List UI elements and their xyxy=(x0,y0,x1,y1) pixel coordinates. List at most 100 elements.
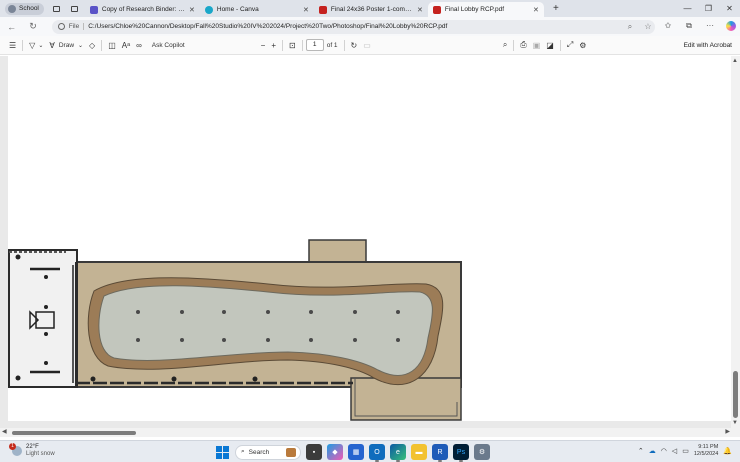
settings-icon[interactable]: ⚙ xyxy=(474,444,490,460)
zoom-out-icon[interactable]: − xyxy=(258,38,269,53)
start-icon[interactable] xyxy=(214,444,230,460)
restore-icon[interactable]: ❐ xyxy=(698,0,719,17)
weather-icon: 1 xyxy=(9,443,22,456)
tab-title: Final 24x36 Poster 1-compressed xyxy=(330,6,413,13)
save-as-icon[interactable]: ◪ xyxy=(543,38,557,53)
pdf-toolbar: ☰ ▽ ⌄ ∀ Draw ⌄ ◇ ◫ Aᵃ ∞ Ask Copilot − + ⊡… xyxy=(0,36,740,55)
two-page-icon[interactable]: ▭ xyxy=(360,38,374,53)
zoom-icon[interactable]: ⌕ xyxy=(623,22,637,32)
pdf-page xyxy=(8,56,731,421)
revit-icon[interactable]: R xyxy=(432,444,448,462)
horizontal-scrollbar[interactable]: ◀ ▶ xyxy=(0,428,740,437)
pdf-favicon-icon xyxy=(318,5,327,14)
print-icon[interactable]: ⎙ xyxy=(517,38,529,53)
browser-tab-strip: School Copy of Research Binder: Denver ✕… xyxy=(0,0,740,17)
pdf-settings-icon[interactable]: ⚙ xyxy=(576,38,589,53)
edit-with-acrobat-button[interactable]: Edit with Acrobat xyxy=(684,42,732,49)
clock[interactable]: 9:11 PM 12/5/2024 xyxy=(694,444,718,458)
profile-avatar-icon xyxy=(8,4,16,13)
contents-icon[interactable]: ☰ xyxy=(6,38,19,53)
vertical-scrollbar[interactable]: ▲ ▼ xyxy=(731,56,740,428)
refresh-icon[interactable]: ↻ xyxy=(26,21,39,32)
windows-taskbar: 1 22°F Light snow ⌕ Search ▪ ◆ ▦ O e ▬ R… xyxy=(0,440,740,462)
collections-icon[interactable]: ⧉ xyxy=(680,21,698,33)
draw-label: Draw xyxy=(58,41,75,49)
outlook-icon[interactable]: O xyxy=(369,444,385,462)
immersive-reader-icon[interactable]: ∞ xyxy=(133,38,145,53)
tab-canva[interactable]: Home - Canva ✕ xyxy=(200,2,314,17)
scroll-up-icon[interactable]: ▲ xyxy=(732,58,738,64)
task-view-icon[interactable]: ▪ xyxy=(306,444,322,460)
close-tab-icon[interactable]: ✕ xyxy=(533,6,539,14)
wifi-icon[interactable]: ◠ xyxy=(661,447,667,455)
profile-label: School xyxy=(19,5,39,12)
new-tab-icon[interactable]: + xyxy=(550,3,562,14)
copilot-icon[interactable] xyxy=(722,20,740,33)
scroll-down-icon[interactable]: ▼ xyxy=(732,420,738,426)
page-number-input[interactable]: 1 xyxy=(305,39,324,51)
taskbar-search[interactable]: ⌕ Search xyxy=(235,444,301,460)
close-tab-icon[interactable]: ✕ xyxy=(417,6,423,14)
scroll-right-icon[interactable]: ▶ xyxy=(725,428,730,435)
pdf-viewer[interactable]: ▲ ▼ xyxy=(0,56,740,428)
url-text[interactable]: C:/Users/Chloe%20Cannon/Desktop/Fall%20S… xyxy=(88,23,619,30)
fit-page-icon[interactable]: ⊡ xyxy=(286,38,299,53)
system-tray: ⌃ ☁ ◠ ◁ ▭ 9:11 PM 12/5/2024 🔔 xyxy=(638,444,732,458)
tab-poster-pdf[interactable]: Final 24x36 Poster 1-compressed ✕ xyxy=(314,2,428,17)
copilot-app-icon[interactable]: ◆ xyxy=(327,444,343,460)
workspaces-icon[interactable] xyxy=(52,4,62,14)
store-icon[interactable]: ▦ xyxy=(348,444,364,460)
file-scheme-label: File xyxy=(69,23,85,30)
canva-favicon-icon xyxy=(204,5,213,14)
close-window-icon[interactable]: ✕ xyxy=(719,0,740,17)
notification-bell-icon[interactable]: 🔔 xyxy=(723,447,732,455)
tab-lobby-rcp[interactable]: Final Lobby RCP.pdf ✕ xyxy=(427,2,544,17)
minimize-icon[interactable]: — xyxy=(677,0,698,17)
clock-time: 9:11 PM xyxy=(698,444,719,450)
weather-widget[interactable]: 1 22°F Light snow xyxy=(9,443,55,458)
photoshop-icon[interactable]: Ps xyxy=(453,444,469,462)
favorite-star-icon[interactable]: ☆ xyxy=(641,22,655,31)
profile-button[interactable]: School xyxy=(5,2,44,15)
file-explorer-icon[interactable]: ▬ xyxy=(411,444,427,460)
draw-button[interactable]: ∀ Draw ⌄ xyxy=(46,38,86,53)
rotate-icon[interactable]: ↻ xyxy=(348,38,361,53)
pen-icon: ∀ xyxy=(49,40,55,50)
volume-icon[interactable]: ◁ xyxy=(672,447,677,455)
edge-icon[interactable]: e xyxy=(390,444,406,462)
more-menu-icon[interactable]: ··· xyxy=(701,21,719,33)
page-total: of 1 xyxy=(326,41,338,49)
search-pdf-icon[interactable]: ⌕ xyxy=(500,38,510,53)
close-tab-icon[interactable]: ✕ xyxy=(189,6,195,14)
tab-research-binder[interactable]: Copy of Research Binder: Denver ✕ xyxy=(85,2,200,17)
vertical-scroll-thumb[interactable] xyxy=(733,371,738,418)
favorites-icon[interactable]: ✩ xyxy=(659,21,677,33)
research-binder-favicon-icon xyxy=(89,5,98,14)
tab-title: Home - Canva xyxy=(216,6,259,13)
clock-date: 12/5/2024 xyxy=(693,451,719,457)
battery-icon[interactable]: ▭ xyxy=(682,447,689,455)
show-hidden-icons-icon[interactable]: ⌃ xyxy=(638,447,644,455)
weather-badge: 1 xyxy=(9,443,16,450)
zoom-in-icon[interactable]: + xyxy=(268,38,279,53)
back-icon[interactable]: ← xyxy=(5,22,18,32)
save-icon[interactable]: ▣ xyxy=(530,38,544,53)
eraser-icon[interactable]: ◇ xyxy=(86,38,98,53)
info-icon[interactable] xyxy=(57,23,65,30)
tab-actions-icon[interactable] xyxy=(70,4,80,14)
scroll-left-icon[interactable]: ◀ xyxy=(2,428,7,435)
ask-copilot-button[interactable]: Ask Copilot xyxy=(149,38,188,53)
close-tab-icon[interactable]: ✕ xyxy=(303,6,309,14)
onedrive-icon[interactable]: ☁ xyxy=(649,447,656,455)
weather-temp: 22°F xyxy=(26,444,39,450)
window-controls: — ❐ ✕ xyxy=(677,0,740,17)
weather-desc: Light snow xyxy=(26,451,55,457)
page-view-icon[interactable]: ◫ xyxy=(105,38,119,53)
horizontal-scroll-thumb[interactable] xyxy=(12,431,136,435)
highlight-icon[interactable]: ▽ ⌄ xyxy=(26,38,46,53)
fullscreen-icon[interactable]: ⤢ xyxy=(564,38,576,53)
url-field[interactable]: File C:/Users/Chloe%20Cannon/Desktop/Fal… xyxy=(51,19,655,34)
reflected-ceiling-plan-drawing xyxy=(8,239,462,421)
read-aloud-icon[interactable]: Aᵃ xyxy=(119,38,133,53)
search-highlight-icon xyxy=(286,447,296,457)
